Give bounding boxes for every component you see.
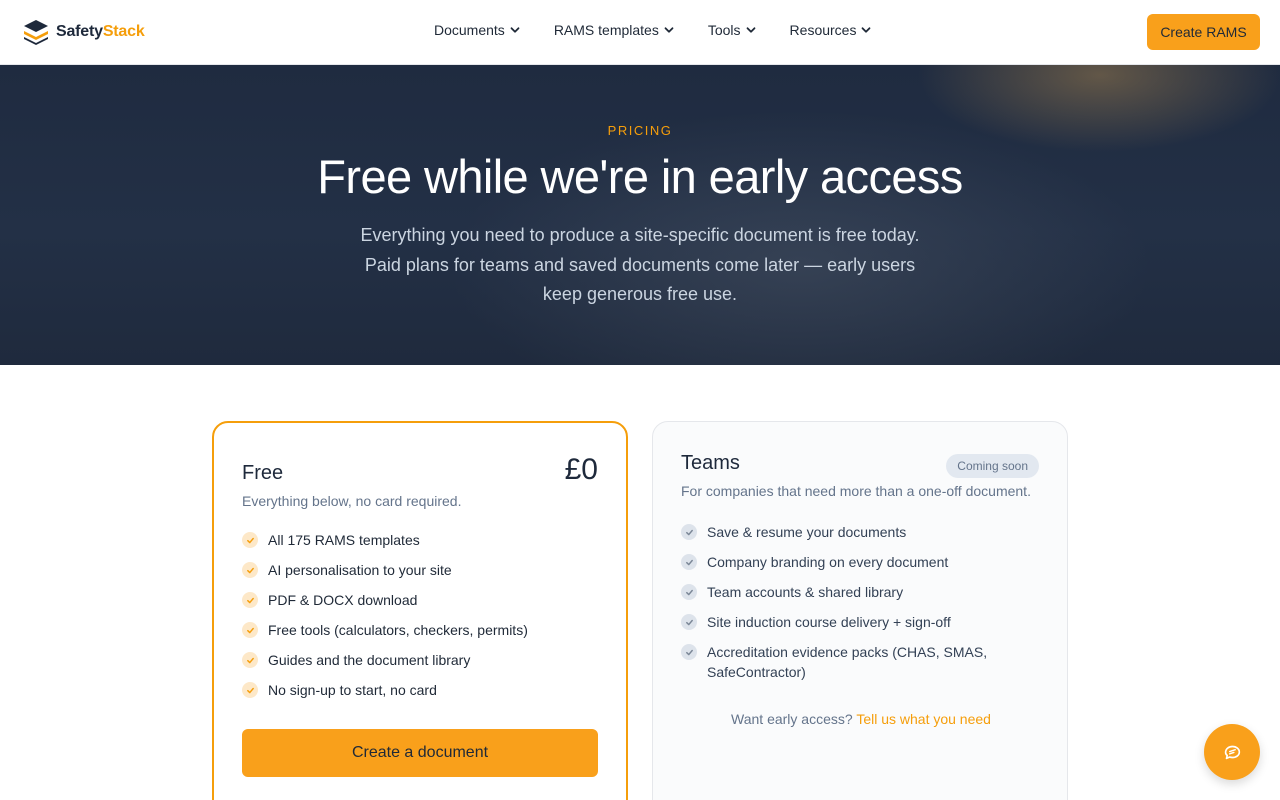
nav-item-label: RAMS templates xyxy=(553,22,659,38)
list-item: All 175 RAMS templates xyxy=(242,530,528,560)
plan-description: For companies that need more than a one-… xyxy=(681,483,1031,499)
hero-subtitle: Everything you need to produce a site-sp… xyxy=(360,225,920,304)
check-icon xyxy=(242,652,258,668)
feature-label: Accreditation evidence packs (CHAS, SMAS… xyxy=(707,644,988,680)
list-item: Site induction course delivery + sign-of… xyxy=(681,612,1041,642)
section-eyebrow: PRICING xyxy=(607,123,673,138)
chat-bubbles-icon xyxy=(1224,745,1241,760)
nav-item-resources[interactable]: Resources xyxy=(790,22,872,38)
check-icon xyxy=(242,532,258,548)
check-icon xyxy=(242,622,258,638)
list-item: Guides and the document library xyxy=(242,650,528,680)
nav-item-rams-templates[interactable]: RAMS templates xyxy=(554,22,674,38)
feature-label: All 175 RAMS templates xyxy=(268,532,420,548)
nav-item-documents[interactable]: Documents xyxy=(434,22,520,38)
pricing-hero: PRICING Free while we're in early access… xyxy=(0,65,1280,365)
create-rams-button[interactable]: Create RAMS xyxy=(1147,14,1260,50)
check-icon xyxy=(242,562,258,578)
stacked-layers-logo-icon xyxy=(24,20,48,45)
nav-item-label: Tools xyxy=(707,22,741,38)
chevron-down-icon xyxy=(862,27,871,33)
status-badge: Coming soon xyxy=(946,454,1039,478)
list-item: Save & resume your documents xyxy=(681,522,1041,552)
main-nav: Documents RAMS templates Tools Resources xyxy=(434,22,871,38)
plan-price: £0 xyxy=(564,453,598,486)
brand-name: SafetyStack xyxy=(56,23,145,40)
list-item: No sign-up to start, no card xyxy=(242,680,528,710)
feature-label: Team accounts & shared library xyxy=(707,584,904,600)
nav-item-label: Resources xyxy=(789,22,857,38)
check-icon xyxy=(242,592,258,608)
list-item: Team accounts & shared library xyxy=(681,582,1041,612)
check-icon xyxy=(681,524,697,540)
plan-name: Teams xyxy=(681,452,740,474)
check-icon xyxy=(681,644,697,660)
chevron-down-icon xyxy=(746,27,755,33)
list-item: Company branding on every document xyxy=(681,552,1041,582)
feature-label: Free tools (calculators, checkers, permi… xyxy=(268,622,528,638)
chevron-down-icon xyxy=(664,27,674,33)
check-icon xyxy=(681,614,697,630)
list-item: PDF & DOCX download xyxy=(242,590,528,620)
list-item: Accreditation evidence packs (CHAS, SMAS… xyxy=(681,642,1041,692)
nav-item-label: Documents xyxy=(434,22,505,38)
check-icon xyxy=(242,682,258,698)
check-icon xyxy=(681,554,697,570)
feature-label: No sign-up to start, no card xyxy=(268,682,437,698)
plan-name: Free xyxy=(242,462,284,484)
list-item: AI personalisation to your site xyxy=(242,560,528,590)
nav-item-tools[interactable]: Tools xyxy=(708,22,756,38)
chevron-down-icon xyxy=(510,27,520,33)
feature-label: AI personalisation to your site xyxy=(268,562,452,578)
plan-description: Everything below, no card required. xyxy=(242,493,462,509)
feature-label: Guides and the document library xyxy=(268,652,471,668)
create-document-button[interactable]: Create a document xyxy=(242,729,598,777)
page-title: Free while we're in early access xyxy=(317,150,963,203)
feature-label: PDF & DOCX download xyxy=(268,592,418,608)
feature-label: Save & resume your documents xyxy=(707,524,907,540)
tell-us-link[interactable]: Tell us what you need xyxy=(856,711,991,727)
feature-list: Save & resume your documents Company bra… xyxy=(681,522,1041,692)
top-navigation-bar: SafetyStack Documents RAMS templates Too… xyxy=(0,0,1280,65)
teams-plan-card: Teams Coming soon For companies that nee… xyxy=(652,421,1068,800)
free-plan-card: Free £0 Everything below, no card requir… xyxy=(212,421,628,800)
early-access-prompt: Want early access? Tell us what you need xyxy=(653,711,1069,727)
feature-label: Site induction course delivery + sign-of… xyxy=(707,614,951,630)
feature-list: All 175 RAMS templates AI personalisatio… xyxy=(242,530,528,710)
check-icon xyxy=(681,584,697,600)
feature-label: Company branding on every document xyxy=(707,554,949,570)
list-item: Free tools (calculators, checkers, permi… xyxy=(242,620,528,650)
early-access-text: Want early access? xyxy=(731,711,853,727)
chat-button[interactable] xyxy=(1204,724,1260,780)
brand-logo[interactable]: SafetyStack xyxy=(22,18,145,46)
